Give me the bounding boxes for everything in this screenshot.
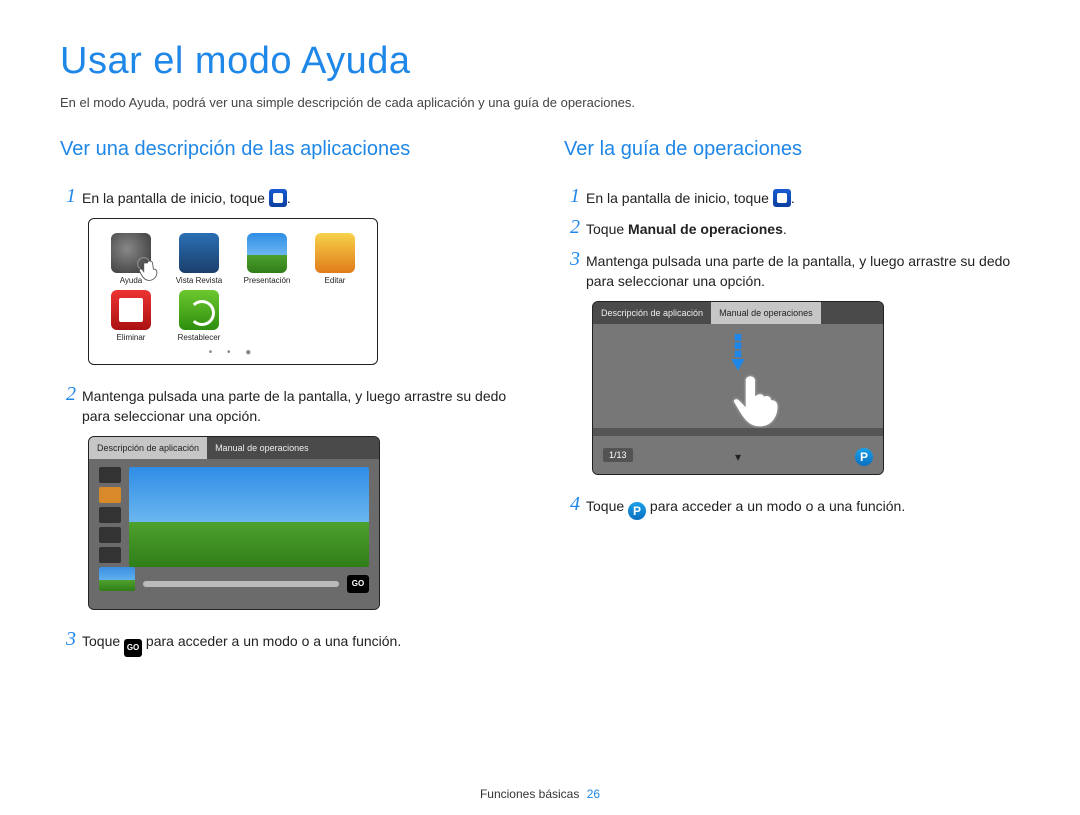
app-slideshow: Presentación	[241, 233, 293, 286]
go-icon: GO	[124, 639, 142, 657]
mode-sidebar	[99, 467, 121, 583]
app-label: Presentación	[241, 277, 293, 286]
columns: Ver una descripción de las aplicaciones …	[60, 138, 1020, 665]
manual-guide-figure: Descripción de aplicación Manual de oper…	[592, 301, 884, 475]
right-step-2: 2 Toque Manual de operaciones.	[564, 216, 1020, 239]
app-label: Editar	[309, 277, 361, 286]
app-label: Vista Revista	[173, 277, 225, 286]
left-step-2: 2 Mantenga pulsada una parte de la panta…	[60, 383, 516, 427]
wallpaper-preview	[129, 467, 369, 567]
app-desc-figure: Descripción de aplicación Manual de oper…	[88, 436, 380, 610]
tab-app-desc: Descripción de aplicación	[593, 302, 711, 324]
left-step-1: 1 En la pantalla de inicio, toque .	[60, 185, 516, 208]
help-app-icon	[773, 189, 791, 207]
intro-text: En el modo Ayuda, podrá ver una simple d…	[60, 95, 1020, 110]
step-number: 3	[60, 628, 82, 651]
step-text: Mantenga pulsada una parte de la pantall…	[82, 383, 516, 427]
app-delete: Eliminar	[105, 290, 157, 343]
step-number: 1	[60, 185, 82, 208]
page-dots: • • ●	[105, 347, 361, 358]
app-magazine: Vista Revista	[173, 233, 225, 286]
shot-body: 1/13 ▾ P	[593, 324, 883, 474]
step-number: 2	[564, 216, 586, 239]
tabs-bar: Descripción de aplicación Manual de oper…	[89, 437, 379, 459]
manual-page: Usar el modo Ayuda En el modo Ayuda, pod…	[0, 0, 1080, 815]
page-indicator: 1/13	[603, 448, 633, 462]
app-reset: Restablecer	[173, 290, 225, 343]
app-edit: Editar	[309, 233, 361, 286]
left-step-3: 3 Toque GO para acceder a un modo o a un…	[60, 628, 516, 657]
apps-grid-figure: Ayuda Vista Revista Presentación Editar	[88, 218, 378, 365]
tab-manual: Manual de operaciones	[207, 437, 317, 459]
help-app-icon	[269, 189, 287, 207]
page-footer: Funciones básicas 26	[0, 787, 1080, 801]
slider-track	[143, 581, 339, 587]
shot-body: GO	[89, 459, 379, 609]
touch-hand-icon	[135, 255, 163, 283]
app-help: Ayuda	[105, 233, 157, 286]
right-step-4: 4 Toque P para acceder a un modo o a una…	[564, 493, 1020, 520]
step-text: En la pantalla de inicio, toque .	[586, 185, 795, 208]
right-step-1: 1 En la pantalla de inicio, toque .	[564, 185, 1020, 208]
right-step-3: 3 Mantenga pulsada una parte de la panta…	[564, 248, 1020, 292]
tabs-bar: Descripción de aplicación Manual de oper…	[593, 302, 883, 324]
go-button-icon: GO	[347, 575, 369, 593]
tab-manual: Manual de operaciones	[711, 302, 821, 324]
p-mode-icon: P	[855, 444, 873, 466]
right-column: Ver la guía de operaciones 1 En la panta…	[564, 138, 1020, 665]
step-text: Toque P para acceder a un modo o a una f…	[586, 493, 905, 520]
step-number: 1	[564, 185, 586, 208]
thumbnail	[99, 567, 135, 591]
step-text: En la pantalla de inicio, toque .	[82, 185, 291, 208]
tab-app-desc: Descripción de aplicación	[89, 437, 207, 459]
step-number: 4	[564, 493, 586, 516]
step-text: Toque GO para acceder a un modo o a una …	[82, 628, 401, 657]
step-text: Toque Manual de operaciones.	[586, 216, 787, 239]
step-text: Mantenga pulsada una parte de la pantall…	[586, 248, 1020, 292]
p-mode-icon: P	[628, 502, 646, 520]
edge-divider	[593, 428, 883, 436]
app-label: Restablecer	[173, 334, 225, 343]
footer-page: 26	[587, 787, 600, 801]
apps-grid: Ayuda Vista Revista Presentación Editar	[105, 233, 361, 343]
left-heading: Ver una descripción de las aplicaciones	[60, 138, 516, 161]
step-number: 2	[60, 383, 82, 406]
footer-section: Funciones básicas	[480, 787, 579, 801]
right-heading: Ver la guía de operaciones	[564, 138, 1020, 161]
app-label: Eliminar	[105, 334, 157, 343]
page-title: Usar el modo Ayuda	[60, 40, 1020, 83]
step-number: 3	[564, 248, 586, 271]
chevron-down-icon: ▾	[735, 450, 741, 464]
left-column: Ver una descripción de las aplicaciones …	[60, 138, 516, 665]
